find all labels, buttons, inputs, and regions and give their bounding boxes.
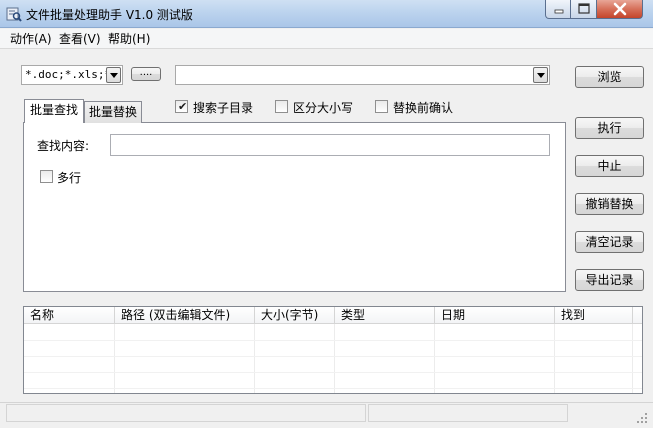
- confirm-replace-checkbox[interactable]: [375, 100, 388, 113]
- grid-line: [254, 324, 255, 393]
- filter-options-button[interactable]: ....: [131, 67, 161, 81]
- window-title: 文件批量处理助手 V1.0 测试版: [26, 8, 193, 22]
- undo-replace-button[interactable]: 撤销替换: [575, 193, 644, 215]
- grid-line: [114, 324, 115, 393]
- maximize-button[interactable]: [571, 0, 597, 19]
- execute-button[interactable]: 执行: [575, 117, 644, 139]
- tab-batch-find[interactable]: 批量查找: [24, 99, 84, 123]
- stop-button[interactable]: 中止: [575, 155, 644, 177]
- maximize-icon: [578, 3, 590, 14]
- column-header-path[interactable]: 路径 (双击编辑文件): [115, 307, 255, 324]
- check-icon: ✔: [178, 100, 188, 113]
- find-content-input[interactable]: [110, 134, 550, 156]
- column-header-name[interactable]: 名称: [24, 307, 115, 324]
- file-filter-value: *.doc;*.xls;*: [25, 68, 112, 81]
- grid-line: [24, 356, 642, 357]
- menu-action[interactable]: 动作(A): [8, 31, 54, 47]
- chevron-down-icon[interactable]: [533, 67, 548, 83]
- grid-line: [632, 324, 633, 393]
- grid-line: [334, 324, 335, 393]
- menu-help[interactable]: 帮助(H): [106, 31, 152, 47]
- file-filter-select[interactable]: *.doc;*.xls;*: [21, 65, 123, 85]
- column-header-filler: [633, 307, 642, 324]
- multiline-option[interactable]: 多行: [40, 169, 100, 185]
- column-header-found[interactable]: 找到: [555, 307, 633, 324]
- results-table[interactable]: 名称 路径 (双击编辑文件) 大小(字节) 类型 日期 找到: [23, 306, 643, 394]
- confirm-replace-option[interactable]: 替换前确认: [375, 99, 465, 115]
- multiline-label: 多行: [57, 171, 82, 185]
- case-sensitive-checkbox[interactable]: [275, 100, 288, 113]
- confirm-replace-label: 替换前确认: [393, 101, 454, 115]
- browse-button[interactable]: 浏览: [575, 66, 644, 88]
- status-pane: [6, 404, 366, 422]
- grid-line: [554, 324, 555, 393]
- chevron-down-icon[interactable]: [106, 67, 121, 83]
- menu-view[interactable]: 查看(V): [57, 31, 103, 47]
- title-bar[interactable]: 文件批量处理助手 V1.0 测试版: [0, 0, 653, 28]
- column-header-date[interactable]: 日期: [435, 307, 555, 324]
- column-header-type[interactable]: 类型: [335, 307, 435, 324]
- menu-bar: 动作(A) 查看(V) 帮助(H): [0, 29, 653, 49]
- search-subdirs-option[interactable]: ✔ 搜索子目录: [175, 99, 265, 115]
- minimize-button[interactable]: [545, 0, 571, 19]
- status-pane: [368, 404, 568, 422]
- grid-line: [434, 324, 435, 393]
- find-content-label: 查找内容:: [37, 139, 90, 153]
- grid-line: [24, 372, 642, 373]
- column-header-size[interactable]: 大小(字节): [255, 307, 335, 324]
- close-button[interactable]: [597, 0, 643, 19]
- path-select[interactable]: [175, 65, 550, 85]
- clear-log-button[interactable]: 清空记录: [575, 231, 644, 253]
- search-subdirs-checkbox[interactable]: ✔: [175, 100, 188, 113]
- case-sensitive-label: 区分大小写: [293, 101, 354, 115]
- case-sensitive-option[interactable]: 区分大小写: [275, 99, 365, 115]
- app-icon: [6, 7, 22, 22]
- resize-grip-icon[interactable]: [634, 410, 648, 424]
- search-subdirs-label: 搜索子目录: [193, 101, 254, 115]
- minimize-icon: [554, 9, 564, 14]
- tab-batch-replace[interactable]: 批量替换: [84, 101, 142, 123]
- multiline-checkbox[interactable]: [40, 170, 53, 183]
- close-icon: [613, 2, 627, 16]
- grid-line: [24, 388, 642, 389]
- export-log-button[interactable]: 导出记录: [575, 269, 644, 291]
- grid-line: [24, 340, 642, 341]
